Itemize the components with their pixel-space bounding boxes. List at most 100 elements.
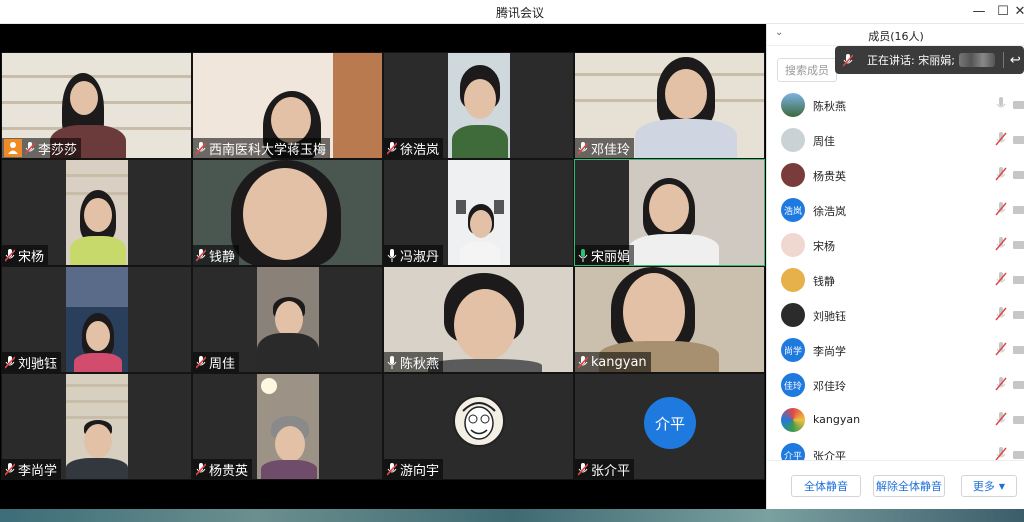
close-icon[interactable]: ✕ [1014,2,1024,22]
member-row[interactable]: 钱静 [767,263,1024,298]
member-list: 陈秋燕 周佳 杨贵英 浩岚 徐浩岚 宋杨 钱静 刘驰钰 尚学 李尚学 佳玲 邓佳… [767,88,1024,460]
mic-on-icon [386,355,398,369]
camera-icon[interactable] [1013,451,1024,459]
participant-name: 钱静 [209,249,236,265]
video-tile[interactable]: 钱静 [192,159,383,266]
participant-name: 杨贵英 [209,463,249,479]
member-row[interactable]: 陈秋燕 [767,88,1024,123]
tile-namebar: 邓佳玲 [575,138,635,158]
mic-muted-icon[interactable] [995,167,1007,181]
minimize-icon[interactable]: — [968,2,990,22]
mic-muted-icon[interactable] [995,307,1007,321]
more-button[interactable]: 更多 ▼ [961,475,1017,497]
participant-name: 李尚学 [18,463,58,479]
camera-icon[interactable] [1013,346,1024,354]
back-arrow-icon[interactable]: ↩ [1010,53,1021,68]
member-row[interactable]: 周佳 [767,123,1024,158]
camera-icon[interactable] [1013,311,1024,319]
video-tile[interactable]: 陈秋燕 [383,266,574,373]
member-row[interactable]: 尚学 李尚学 [767,333,1024,368]
video-tile[interactable]: 邓佳玲 [574,52,765,159]
tile-namebar: kangyan [575,352,651,372]
mic-muted-icon[interactable] [995,377,1007,391]
host-icon [4,139,22,157]
members-panel-header: ⌄ 成员(16人) [767,24,1024,46]
camera-icon[interactable] [1013,206,1024,214]
member-search[interactable] [777,58,837,82]
camera-icon[interactable] [1013,101,1024,109]
mic-muted-icon[interactable] [995,237,1007,251]
video-tile[interactable]: kangyan [574,266,765,373]
member-row[interactable]: kangyan [767,403,1024,438]
member-row[interactable]: 浩岚 徐浩岚 [767,193,1024,228]
mic-muted-icon[interactable] [995,447,1007,460]
participant-name: 徐浩岚 [400,142,440,158]
mic-muted-icon [577,355,589,369]
tile-namebar: 西南医科大学蒋玉梅 [193,138,331,158]
camera-icon[interactable] [1013,416,1024,424]
camera-icon[interactable] [1013,136,1024,144]
video-tile[interactable]: 徐浩岚 [383,52,574,159]
member-row[interactable]: 杨贵英 [767,158,1024,193]
member-row[interactable]: 介平 张介平 [767,438,1024,460]
participant-name: 宋丽娟 [591,249,631,265]
video-feed [448,160,510,265]
tile-namebar: 钱静 [193,245,240,265]
video-tile[interactable]: 李尚学 [1,373,192,480]
avatar: 介平 [644,397,696,449]
video-tile-no-video[interactable]: 介平 张介平 [574,373,765,480]
member-row[interactable]: 佳玲 邓佳玲 [767,368,1024,403]
participant-name: kangyan [591,354,647,370]
camera-icon[interactable] [1013,171,1024,179]
mic-muted-icon [195,355,207,369]
video-tile-no-video[interactable]: 游向宇 [383,373,574,480]
video-feed [448,53,510,158]
member-row[interactable]: 刘驰钰 [767,298,1024,333]
mute-all-button[interactable]: 全体静音 [791,475,861,497]
video-grid: 李莎莎 西南医科大学蒋玉梅 徐浩岚 邓佳玲 宋杨 钱静 冯淑丹 宋丽娟 刘驰钰 … [0,52,766,480]
unmute-all-button[interactable]: 解除全体静音 [873,475,945,497]
camera-icon[interactable] [1013,276,1024,284]
avatar [781,163,805,187]
tile-namebar: 李莎莎 [2,138,82,158]
mic-muted-icon[interactable] [995,202,1007,216]
mic-muted-icon[interactable] [995,342,1007,356]
mic-muted-icon[interactable] [995,132,1007,146]
tile-namebar: 杨贵英 [193,459,253,479]
mic-on-icon[interactable] [995,97,1007,111]
mic-muted-icon [195,248,207,262]
avatar: 浩岚 [781,198,805,222]
mic-muted-icon[interactable] [995,412,1007,426]
avatar [781,303,805,327]
avatar: 佳玲 [781,373,805,397]
video-tile[interactable]: 杨贵英 [192,373,383,480]
maximize-icon[interactable]: ☐ [992,2,1014,22]
mic-muted-icon[interactable] [995,272,1007,286]
window-title: 腾讯会议 [495,6,544,20]
camera-icon[interactable] [1013,381,1024,389]
video-tile[interactable]: 西南医科大学蒋玉梅 [192,52,383,159]
tile-namebar: 徐浩岚 [384,138,444,158]
video-tile[interactable]: 宋杨 [1,159,192,266]
member-row[interactable]: 宋杨 [767,228,1024,263]
desktop-background [0,508,1024,522]
participant-name: 刘驰钰 [18,356,58,372]
video-tile[interactable]: 冯淑丹 [383,159,574,266]
video-tile-active-speaker[interactable]: 宋丽娟 [574,159,765,266]
video-tile[interactable]: 刘驰钰 [1,266,192,373]
members-panel-footer: 全体静音 解除全体静音 更多 ▼ [767,460,1024,509]
search-input[interactable] [785,63,836,77]
participant-name: 李莎莎 [38,142,78,158]
mic-on-icon [386,248,398,262]
title-bar: 腾讯会议 — ☐ ✕ [0,0,1024,24]
member-name: 宋杨 [813,240,835,253]
video-feed [629,160,764,265]
mic-muted-icon [4,248,16,262]
participant-name: 宋杨 [18,249,45,265]
camera-icon[interactable] [1013,241,1024,249]
mic-muted-icon [577,462,589,476]
video-tile[interactable]: 李莎莎 [1,52,192,159]
video-tile[interactable]: 周佳 [192,266,383,373]
speaking-label: 正在讲话: 宋丽娟; [867,54,955,67]
mic-speaking-icon [843,53,853,67]
